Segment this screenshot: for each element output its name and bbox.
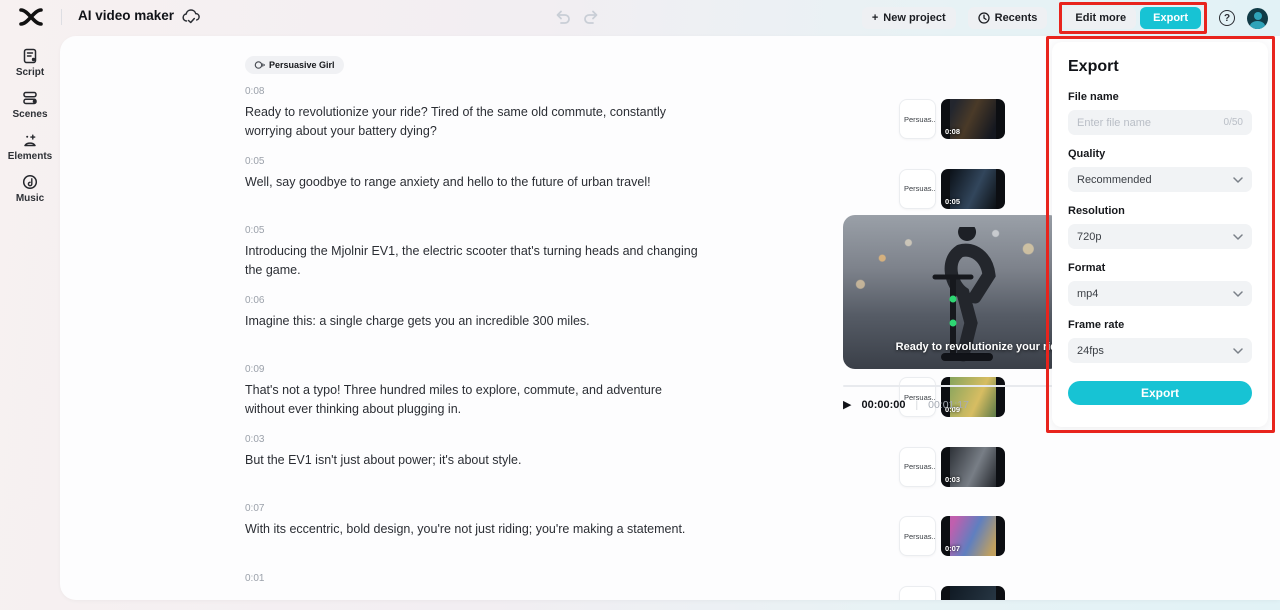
scene-thumbnail[interactable]: 0:05: [941, 168, 1005, 209]
highlight-box-topbar: Edit more Export: [1059, 2, 1207, 34]
persona-card[interactable]: Persuas...: [899, 377, 936, 417]
scene-thumbnail[interactable]: 0:07: [941, 516, 1005, 556]
segment-text[interactable]: Introducing the Mjolnir EV1, the electri…: [245, 242, 705, 280]
char-counter: 0/50: [1223, 117, 1243, 128]
scene-thumbnail[interactable]: 0:09: [941, 377, 1005, 417]
seek-bar[interactable]: [843, 385, 1055, 387]
format-label: Format: [1068, 262, 1106, 274]
scene-thumbnail[interactable]: [941, 585, 1005, 600]
persona-card[interactable]: Persuas...: [899, 99, 936, 139]
segment-time: 0:03: [245, 433, 265, 445]
edit-more-button[interactable]: Edit more: [1065, 7, 1137, 29]
resolution-select[interactable]: 720p: [1068, 224, 1252, 249]
scene-thumbnail[interactable]: 0:03: [941, 446, 1005, 487]
script-row: 0:07 With its eccentric, bold design, yo…: [245, 503, 1005, 573]
script-icon: [23, 48, 37, 64]
sidebar-item-elements[interactable]: Elements: [0, 132, 60, 162]
chevron-down-icon: [1233, 176, 1243, 183]
play-button[interactable]: ▶: [843, 399, 851, 411]
preview-caption: Ready to revolutionize your rid: [895, 341, 1057, 353]
segment-text[interactable]: Well, say goodbye to range anxiety and h…: [245, 173, 705, 192]
duration-badge: 0:08: [945, 127, 961, 136]
segment-text[interactable]: Imagine this: a single charge gets you a…: [245, 312, 705, 331]
export-button-topbar[interactable]: Export: [1140, 7, 1201, 29]
plus-icon: +: [871, 12, 879, 24]
total-timecode: 00:01:17: [928, 399, 969, 411]
topbar-divider: [61, 9, 62, 25]
recents-button[interactable]: Recents: [967, 7, 1048, 29]
export-confirm-button[interactable]: Export: [1068, 381, 1252, 405]
video-preview[interactable]: Ready to revolutionize your rid: [843, 215, 1061, 369]
persona-card[interactable]: Persuas...: [899, 516, 936, 556]
sidebar-item-script[interactable]: Script: [0, 48, 60, 78]
segment-text[interactable]: With its eccentric, bold design, you're …: [245, 520, 705, 539]
music-icon: [22, 174, 38, 190]
quality-select[interactable]: Recommended: [1068, 167, 1252, 192]
segment-time: 0:05: [245, 225, 265, 236]
file-name-placeholder: Enter file name: [1077, 116, 1151, 129]
segment-time: 0:07: [245, 503, 265, 514]
resolution-label: Resolution: [1068, 205, 1125, 217]
new-project-button[interactable]: + New project: [861, 7, 956, 29]
left-sidebar: Script Scenes Elements Music: [0, 36, 60, 204]
help-icon[interactable]: ?: [1219, 10, 1235, 26]
undo-icon[interactable]: [553, 8, 571, 26]
capcut-logo-icon[interactable]: [18, 7, 44, 27]
segment-time: 0:08: [245, 86, 265, 97]
segment-text[interactable]: That's not a typo! Three hundred miles t…: [245, 381, 705, 419]
avatar[interactable]: [1247, 7, 1268, 29]
redo-icon[interactable]: [583, 8, 601, 26]
export-panel: Export File name Enter file name 0/50 Qu…: [1052, 42, 1268, 427]
voice-icon: [254, 60, 265, 69]
format-select[interactable]: mp4: [1068, 281, 1252, 306]
elements-icon: [24, 134, 36, 147]
voice-style-chip[interactable]: Persuasive Girl: [245, 56, 344, 74]
duration-badge: 0:05: [945, 196, 961, 206]
page-title: AI video maker: [78, 8, 175, 23]
chevron-down-icon: [1233, 347, 1243, 354]
duration-badge: 0:07: [945, 544, 961, 553]
persona-card[interactable]: Persuas...: [899, 168, 936, 209]
script-row: 0:01 Persuas...: [245, 572, 1005, 600]
persona-card[interactable]: Persuas...: [899, 446, 936, 487]
cloud-sync-icon[interactable]: [182, 8, 201, 25]
topbar: AI video maker + New project Recents Edi…: [0, 0, 1280, 36]
script-row: 0:03 But the EV1 isn't just about power;…: [245, 434, 1005, 504]
persona-card[interactable]: Persuas...: [899, 585, 936, 600]
file-name-field[interactable]: Enter file name 0/50: [1068, 110, 1252, 135]
chevron-down-icon: [1233, 233, 1243, 240]
scenes-icon: [23, 91, 37, 105]
script-row: 0:08 Ready to revolutionize your ride? T…: [245, 86, 1005, 156]
segment-time: 0:09: [245, 364, 265, 375]
segment-text[interactable]: Ready to revolutionize your ride? Tired …: [245, 103, 705, 141]
segment-time: 0:05: [245, 155, 265, 167]
sidebar-item-music[interactable]: Music: [0, 174, 60, 204]
export-panel-title: Export: [1068, 58, 1119, 75]
frame-rate-select[interactable]: 24fps: [1068, 338, 1252, 363]
file-name-label: File name: [1068, 91, 1119, 103]
sidebar-item-scenes[interactable]: Scenes: [0, 90, 60, 120]
chevron-down-icon: [1233, 290, 1243, 297]
quality-label: Quality: [1068, 148, 1106, 160]
duration-badge: 0:03: [945, 474, 961, 484]
frame-rate-label: Frame rate: [1068, 319, 1125, 331]
clock-icon: [977, 12, 990, 24]
timecode-divider: |: [915, 399, 919, 411]
segment-time: 0:06: [245, 294, 265, 306]
segment-text[interactable]: But the EV1 isn't just about power; it's…: [245, 451, 705, 470]
scene-image: [950, 585, 996, 600]
scene-thumbnail[interactable]: 0:08: [941, 99, 1005, 139]
avatar-bust: [1250, 20, 1265, 29]
segment-time: 0:01: [245, 572, 265, 584]
player-controls: ▶ 00:00:00 | 00:01:17: [843, 399, 969, 411]
current-timecode: 00:00:00: [861, 399, 906, 411]
avatar-head: [1253, 11, 1262, 20]
